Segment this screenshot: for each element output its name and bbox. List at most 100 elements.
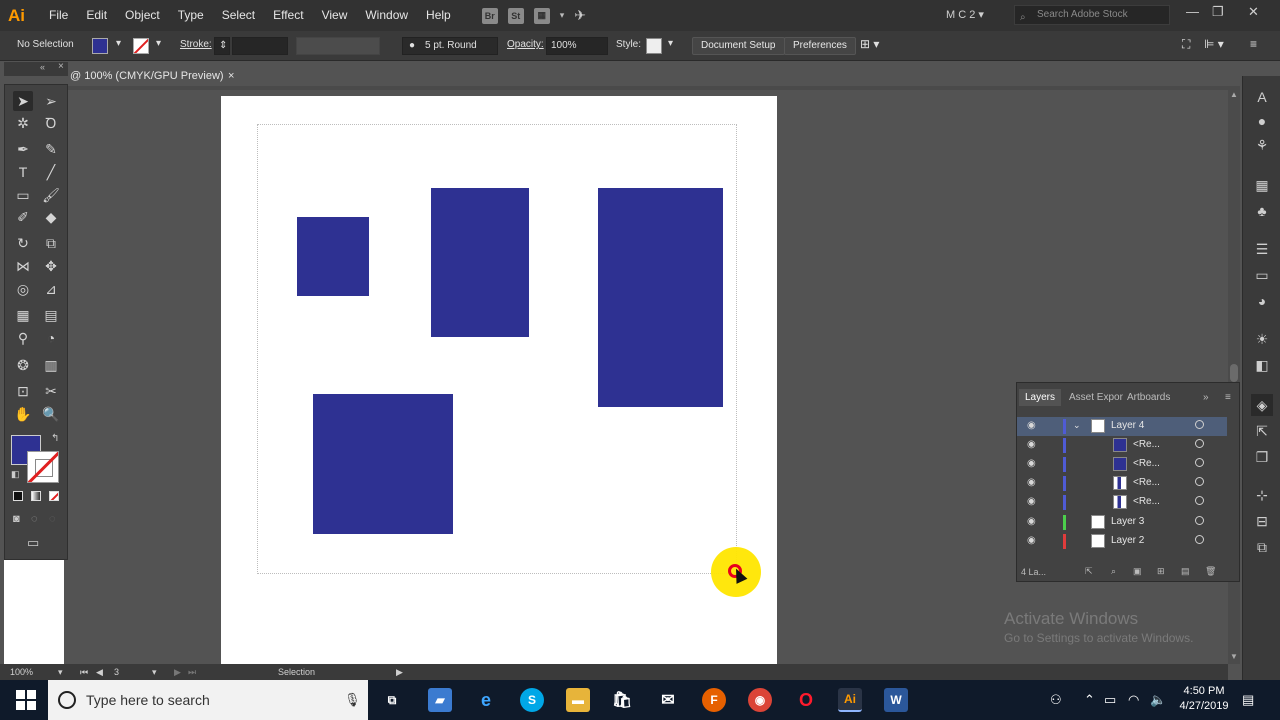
stock-icon[interactable]: St (507, 7, 524, 24)
selection-tool-icon[interactable]: ➤ (13, 91, 33, 111)
stroke-panel-icon[interactable]: ☰ (1253, 240, 1271, 258)
pen-tool-icon[interactable]: ✒ (13, 139, 33, 159)
next-artboard-icon[interactable]: ▶ (174, 667, 181, 678)
export-icon[interactable]: ⇱ (1085, 566, 1093, 577)
chevron-down-icon[interactable]: ▾ (156, 38, 161, 49)
menu-effect[interactable]: Effect (264, 0, 312, 31)
notifications-icon[interactable]: ▤ (1242, 692, 1254, 708)
draw-normal-icon[interactable]: ◙ (13, 513, 20, 525)
chevron-down-icon[interactable]: ▾ (116, 38, 121, 49)
network-icon[interactable]: ◠ (1128, 692, 1139, 708)
battery-icon[interactable]: ▭ (1104, 692, 1116, 708)
layer-row-sublayer[interactable]: ◉ <Re... (1017, 474, 1227, 493)
new-sublayer-icon[interactable]: ⊞ (1157, 566, 1165, 577)
artboard-number[interactable]: 3 (114, 667, 119, 677)
gradient-tool-icon[interactable]: ▤ (41, 305, 61, 325)
draw-inside-icon[interactable]: ◌ (49, 513, 56, 525)
zoom-level[interactable]: 100% (10, 667, 33, 677)
opera-icon[interactable]: O (794, 688, 818, 712)
magic-wand-tool-icon[interactable]: ✲ (13, 113, 33, 133)
chevron-down-icon[interactable]: ▾ (560, 10, 565, 21)
scale-tool-icon[interactable]: ⧉ (41, 233, 61, 253)
gradient-mode-icon[interactable] (31, 491, 41, 501)
menu-type[interactable]: Type (169, 0, 213, 31)
visibility-eye-icon[interactable]: ◉ (1027, 420, 1036, 431)
first-artboard-icon[interactable]: ⏮ (80, 667, 88, 678)
document-tab[interactable]: @ 100% (CMYK/GPU Preview) × (68, 66, 244, 86)
layer-name[interactable]: Layer 4 (1111, 420, 1144, 431)
workspace-switcher[interactable]: M C 2 ▾ (946, 8, 984, 21)
panel-menu-icon[interactable]: ≡ (1250, 37, 1257, 51)
layer-name[interactable]: <Re... (1133, 458, 1160, 469)
word-icon[interactable]: W (884, 688, 908, 712)
chevron-down-icon[interactable]: ▾ (152, 667, 157, 678)
menu-edit[interactable]: Edit (77, 0, 116, 31)
align-icon[interactable]: ⊫ ▾ (1204, 37, 1224, 51)
layer-name[interactable]: Layer 2 (1111, 535, 1144, 546)
gpu-performance-icon[interactable]: ✈ (574, 7, 586, 24)
default-colors-icon[interactable]: ◧ (11, 469, 20, 480)
direct-selection-tool-icon[interactable]: ➢ (41, 91, 61, 111)
type-tool-icon[interactable]: T (13, 162, 33, 182)
menu-window[interactable]: Window (356, 0, 417, 31)
photos-icon[interactable]: ▰ (428, 688, 452, 712)
arrange-documents-icon[interactable]: ▦ (533, 7, 550, 24)
blue-rectangle-small[interactable] (297, 217, 369, 296)
scroll-down-icon[interactable]: ▼ (1230, 652, 1238, 661)
appearance-panel-icon[interactable]: ☀ (1253, 330, 1271, 348)
artboards-panel-icon[interactable]: ❐ (1253, 448, 1271, 466)
locate-object-icon[interactable]: ⌕ (1111, 566, 1116, 577)
preferences-button[interactable]: Preferences (784, 37, 856, 55)
layers-panel-icon[interactable]: ◈ (1251, 394, 1273, 416)
visibility-eye-icon[interactable]: ◉ (1027, 535, 1036, 546)
store-icon[interactable]: 🛍 (610, 688, 634, 712)
file-explorer-icon[interactable]: ▬ (566, 688, 590, 712)
mesh-tool-icon[interactable]: ▦ (13, 305, 33, 325)
blend-tool-icon[interactable]: ◔ (41, 328, 61, 348)
target-icon[interactable] (1195, 458, 1204, 467)
bridge-icon[interactable]: Br (481, 7, 498, 24)
document-setup-button[interactable]: Document Setup (692, 37, 785, 55)
last-artboard-icon[interactable]: ⏭ (188, 667, 196, 678)
opacity-field[interactable]: 100% (546, 37, 608, 55)
layer-row-layer-4[interactable]: ◉ ⌄ Layer 4 (1017, 417, 1227, 436)
new-layer-icon[interactable]: ▤ (1181, 566, 1190, 577)
layer-name[interactable]: Layer 3 (1111, 516, 1144, 527)
opacity-label[interactable]: Opacity: (507, 39, 544, 50)
stroke-weight-field[interactable] (232, 37, 288, 55)
graphic-styles-icon[interactable]: ◧ (1253, 356, 1271, 374)
export-panel-icon[interactable]: ⇱ (1253, 422, 1271, 440)
width-tool-icon[interactable]: ⋈ (13, 256, 33, 276)
minimize-icon[interactable]: — (1186, 4, 1199, 19)
blue-rectangle-medium[interactable] (431, 188, 529, 337)
fill-color-swatch[interactable] (92, 38, 108, 54)
stroke-label[interactable]: Stroke: (180, 39, 212, 50)
menu-help[interactable]: Help (417, 0, 460, 31)
transparency-panel-icon[interactable]: ◕ (1253, 292, 1271, 310)
chevron-down-icon[interactable]: ▾ (58, 667, 63, 678)
brush-definition[interactable]: ● 5 pt. Round (402, 37, 498, 55)
layer-row-layer-2[interactable]: ◉ Layer 2 (1017, 532, 1227, 551)
target-icon[interactable] (1195, 516, 1204, 525)
close-icon[interactable]: × (228, 66, 234, 86)
chevron-down-icon[interactable]: ⌄ (1073, 420, 1081, 431)
graphic-style-swatch[interactable] (646, 38, 662, 54)
target-icon[interactable] (1195, 477, 1204, 486)
taskbar-search-input[interactable]: Type here to search 🎙 (48, 680, 368, 720)
gradient-panel-icon[interactable]: ▭ (1253, 266, 1271, 284)
people-icon[interactable]: ⚇ (1050, 692, 1062, 708)
tab-asset-export[interactable]: Asset Expor (1069, 392, 1123, 403)
none-mode-icon[interactable] (49, 491, 59, 501)
color-guide-icon[interactable]: ⚘ (1253, 136, 1271, 154)
shape-builder-tool-icon[interactable]: ◎ (13, 279, 33, 299)
color-mode-icon[interactable] (13, 491, 23, 501)
layer-name[interactable]: <Re... (1133, 439, 1160, 450)
trash-icon[interactable]: 🗑 (1205, 566, 1216, 577)
color-panel-icon[interactable]: ● (1253, 112, 1271, 130)
transform-panel-icon[interactable]: ⊹ (1253, 486, 1271, 504)
line-tool-icon[interactable]: ╱ (41, 162, 61, 182)
close-icon[interactable]: × (58, 61, 64, 72)
tray-chevron-up-icon[interactable]: ⌃ (1084, 692, 1095, 708)
symbol-sprayer-tool-icon[interactable]: ❂ (13, 355, 33, 375)
eraser-tool-icon[interactable]: ◆ (41, 207, 61, 227)
